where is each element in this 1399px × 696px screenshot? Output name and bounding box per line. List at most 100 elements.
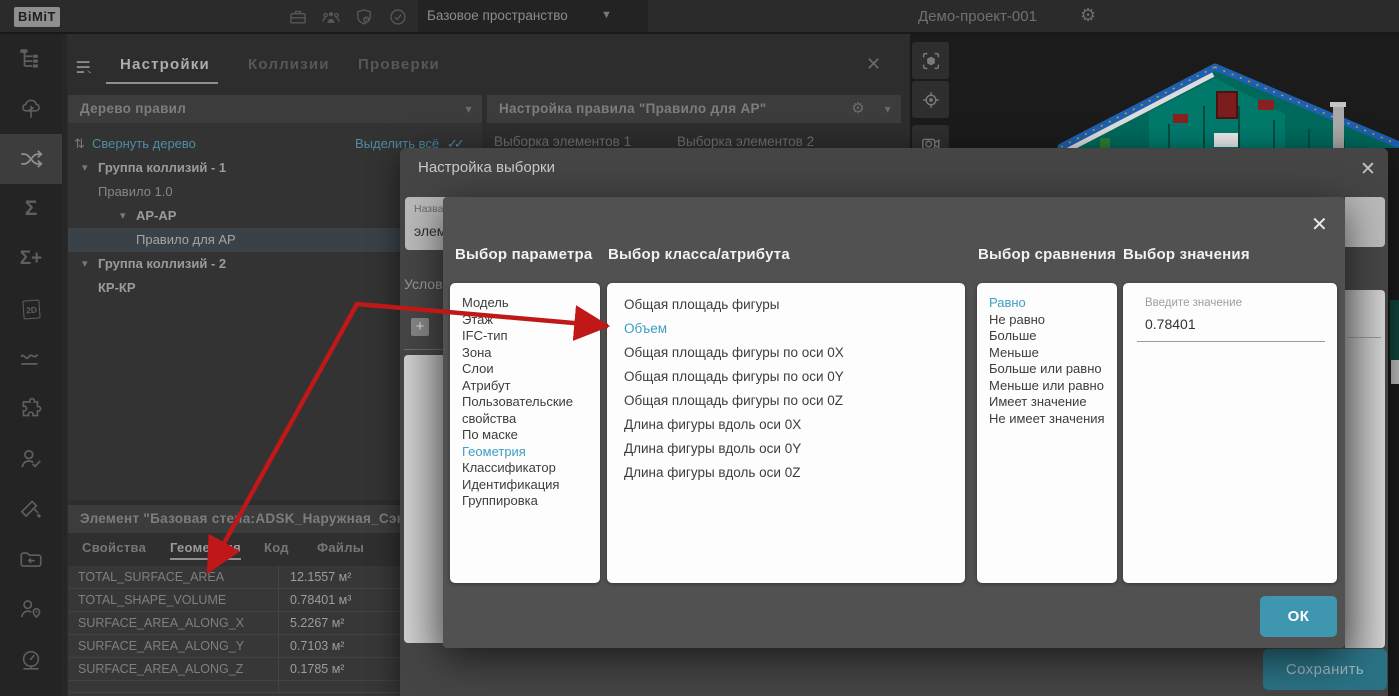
divider [404,349,444,350]
model-tree-icon [18,46,44,72]
condition-panel-left-edge [404,355,444,643]
property-key: TOTAL_SHAPE_VOLUME [78,589,276,612]
locate-target-button[interactable] [912,81,949,118]
list-item[interactable]: Зона [462,345,600,362]
list-item[interactable]: Больше или равно [989,361,1117,378]
list-item-selected-equals[interactable]: Равно [989,295,1117,312]
list-item[interactable]: Общая площадь фигуры [624,293,965,317]
value-input[interactable]: 0.78401 [1145,316,1196,332]
briefcase-icon [288,7,308,27]
close-icon[interactable]: ✕ [1360,158,1376,181]
close-icon[interactable]: ✕ [1311,212,1328,237]
list-item[interactable]: Длина фигуры вдоль оси 0X [624,413,965,437]
selection-modal-title: Настройка выборки [418,159,555,176]
list-item[interactable]: Атрибут [462,378,600,395]
save-button[interactable]: Сохранить [1263,649,1387,690]
sidebar-item-graphs[interactable] [0,334,62,384]
tree-caret-icon[interactable]: ▾ [82,156,88,180]
panel-menu-button[interactable] [74,58,96,78]
property-value: 0.1785 м² [290,658,344,681]
list-item-selected-geometry[interactable]: Геометрия [462,444,600,461]
target-icon [920,89,942,111]
list-item[interactable]: IFC-тип [462,328,600,345]
add-condition-button[interactable]: + [411,318,429,336]
2d-view-icon: 2D [22,299,40,319]
tab-properties[interactable]: Свойства [82,540,146,555]
list-item[interactable]: Общая площадь фигуры по оси 0Y [624,365,965,389]
puzzle-icon [18,396,44,422]
ok-button[interactable]: ОК [1260,596,1337,637]
property-key: TOTAL_SURFACE_AREA [78,566,276,589]
tree-node-label: Группа коллизий - 2 [98,252,226,276]
tab-collisions[interactable]: Коллизии [248,56,330,73]
list-item[interactable]: Слои [462,361,600,378]
value-input-box: Введите значение 0.78401 [1123,283,1337,583]
tab-code[interactable]: Код [264,540,289,555]
fit-to-view-icon [920,50,942,72]
list-item[interactable]: Идентификация [462,477,600,494]
sidebar-item-2d-view[interactable]: 2D [0,284,62,334]
list-item[interactable]: Длина фигуры вдоль оси 0Y [624,437,965,461]
list-item[interactable]: Не имеет значения [989,411,1117,428]
fit-to-view-button[interactable] [912,42,949,79]
sidebar-item-sum-add[interactable]: Σ+ [0,234,62,284]
list-item[interactable]: Длина фигуры вдоль оси 0Z [624,461,965,485]
app-logo[interactable]: BiMiT [14,7,60,27]
list-item[interactable]: Больше [989,328,1117,345]
model-fragment [1391,360,1399,384]
scrollbar-track[interactable] [62,34,67,696]
tab-selection-2[interactable]: Выборка элементов 2 [677,134,814,149]
close-panel-icon[interactable]: ✕ [866,54,881,75]
tab-settings[interactable]: Настройки [120,56,210,73]
list-item[interactable]: Группировка [462,493,600,510]
list-item[interactable]: Меньше или равно [989,378,1117,395]
list-item[interactable]: По маске [462,427,600,444]
wave-chart-icon [18,346,44,372]
sigma-plus-icon: Σ+ [20,248,43,270]
workspace-name: Базовое пространство [427,8,568,23]
projects-button[interactable] [288,7,308,27]
validation-button[interactable] [388,7,408,27]
property-value: 0.78401 м³ [290,589,351,612]
list-item[interactable]: Не равно [989,312,1117,329]
gear-icon[interactable]: ⚙ [851,95,865,123]
project-title: Демо-проект-001 [918,8,1037,25]
team-button[interactable] [321,7,341,27]
tree-caret-icon[interactable]: ▾ [82,252,88,276]
security-button[interactable] [354,7,374,27]
tree-caret-icon[interactable]: ▾ [120,204,126,228]
sidebar-item-user-location[interactable] [0,584,62,634]
tree-node-label: Группа коллизий - 1 [98,156,226,180]
chevron-down-icon[interactable]: ▾ [885,95,891,123]
sidebar-item-collisions[interactable] [0,134,62,184]
collapse-tree-link[interactable]: Свернуть дерево [92,132,196,156]
list-item-selected-volume[interactable]: Объем [624,317,965,341]
tab-checks[interactable]: Проверки [358,56,440,73]
list-item[interactable]: Меньше [989,345,1117,362]
sidebar-item-plugins[interactable] [0,384,62,434]
sidebar-item-export[interactable] [0,534,62,584]
workspace-dropdown[interactable]: Базовое пространство ▼ [418,0,648,32]
sidebar-item-user-approve[interactable] [0,434,62,484]
sidebar-item-model-tree[interactable] [0,34,62,84]
tab-files[interactable]: Файлы [317,540,364,555]
sidebar-item-sum[interactable]: Σ [0,184,62,234]
list-item[interactable]: Модель [462,295,600,312]
list-item[interactable]: Классификатор [462,460,600,477]
rules-tree-header[interactable]: Дерево правил ▾ [68,95,482,123]
sidebar-item-construction[interactable] [0,484,62,534]
list-item[interactable]: Общая площадь фигуры по оси 0X [624,341,965,365]
sidebar-item-environment[interactable] [0,84,62,134]
sidebar-item-monitoring[interactable] [0,634,62,684]
rule-settings-header[interactable]: Настройка правила "Правило для АР" ⚙ ▾ [487,95,901,123]
tab-selection-1[interactable]: Выборка элементов 1 [494,134,631,149]
tab-geometry[interactable]: Геометрия [170,540,241,560]
property-key: SURFACE_AREA_ALONG_X [78,612,276,635]
list-item[interactable]: Общая площадь фигуры по оси 0Z [624,389,965,413]
list-item[interactable]: Этаж [462,312,600,329]
list-item[interactable]: Пользовательские свойства [462,394,588,427]
chevron-down-icon[interactable]: ▾ [466,95,472,123]
sort-icon[interactable]: ⇅ [74,132,85,156]
project-settings-gear-icon[interactable]: ⚙ [1080,5,1096,26]
list-item[interactable]: Имеет значение [989,394,1117,411]
